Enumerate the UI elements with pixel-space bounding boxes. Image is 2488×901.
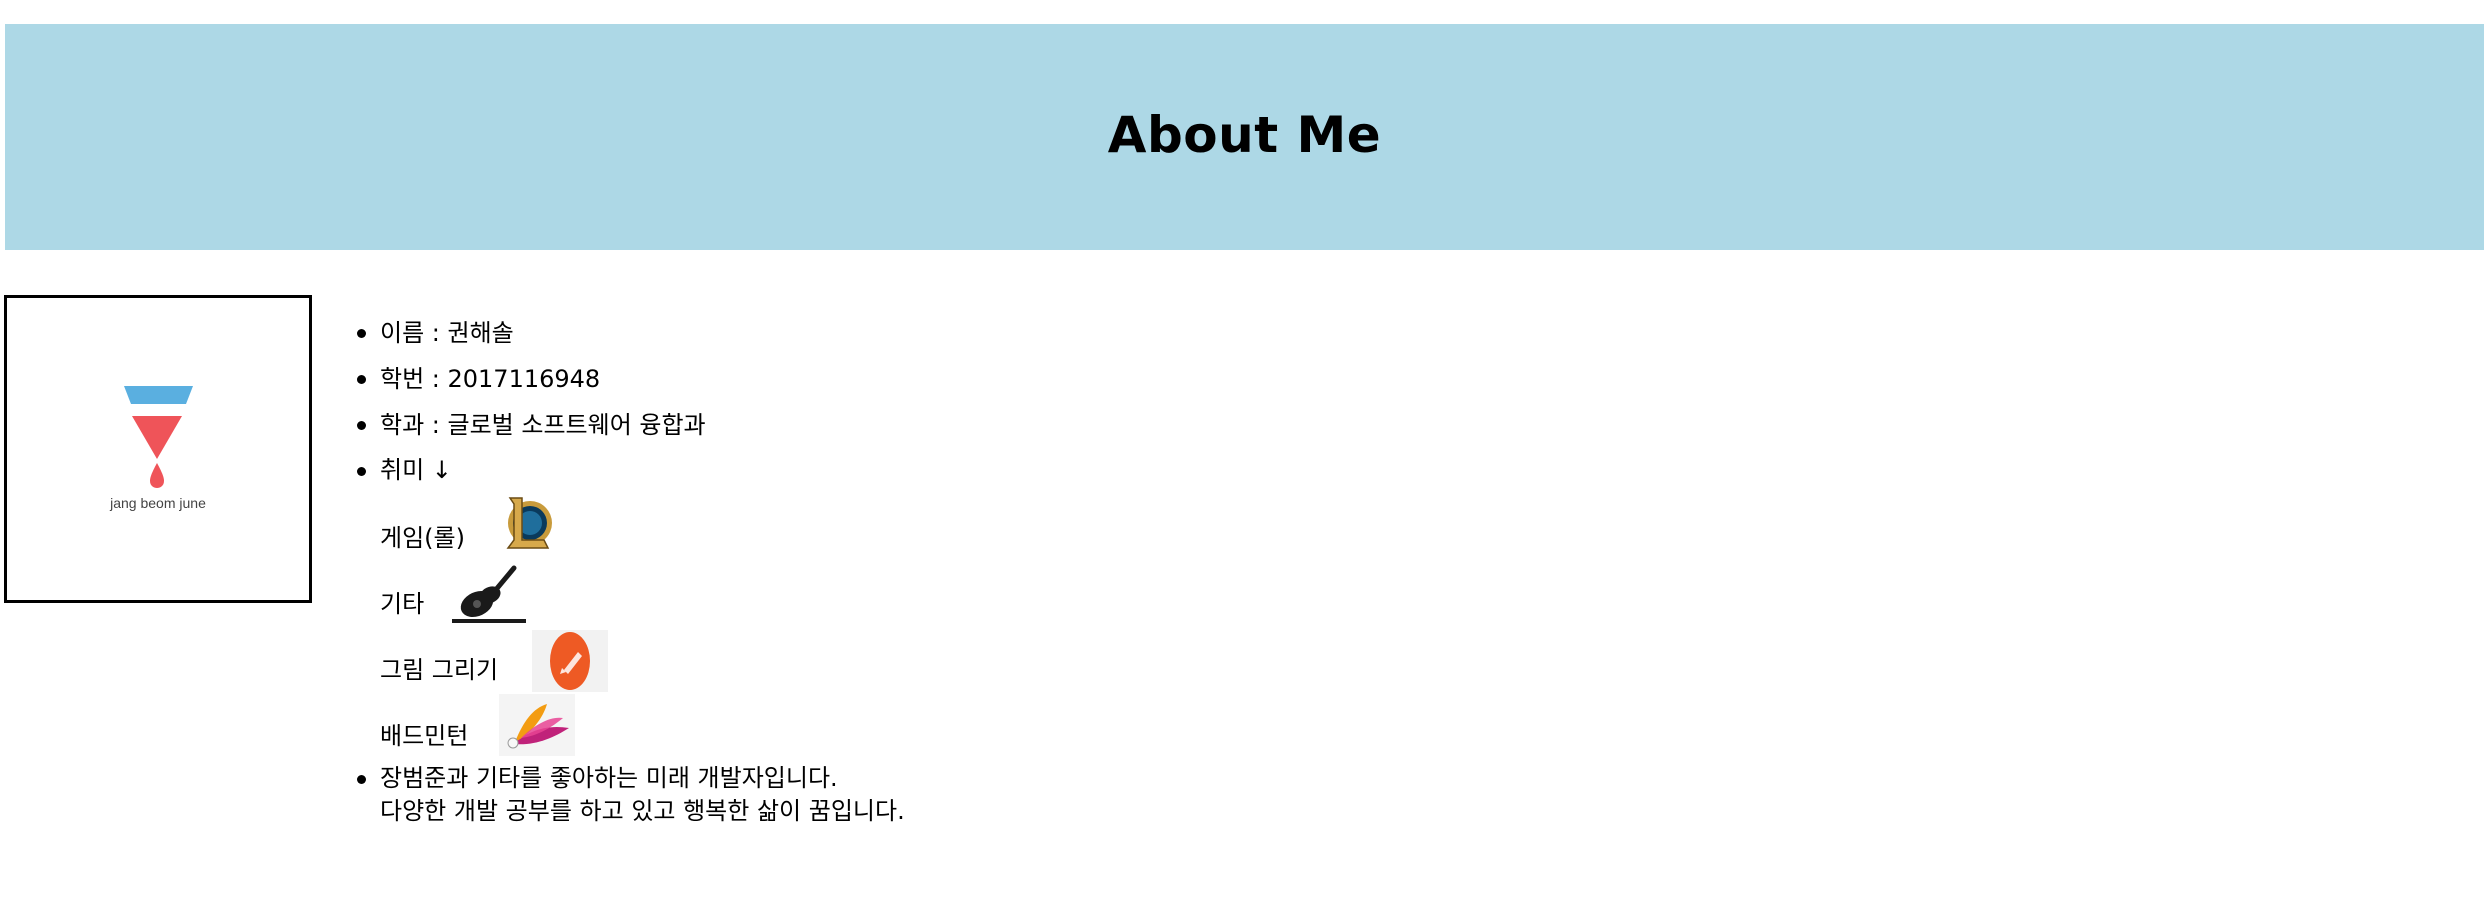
hobby-label: 기타 xyxy=(380,590,425,618)
hobby-title: 취미 ↓ xyxy=(380,456,452,484)
hobby-item-guitar: 기타 xyxy=(380,560,905,626)
info-section: 이름 : 권해솔 학번 : 2017116948 학과 : 글로벌 소프트웨어 … xyxy=(357,316,905,828)
list-item-hobbies: 취미 ↓ xyxy=(357,454,905,494)
description-line-1: 장범준과 기타를 좋아하는 미래 개발자입니다. xyxy=(380,764,838,792)
guitar-icon xyxy=(452,565,526,623)
badminton-icon xyxy=(499,694,575,756)
hobby-label: 배드민턴 xyxy=(380,722,469,750)
description-line-2: 다양한 개발 공부를 하고 있고 행복한 삶이 꿈입니다. xyxy=(380,797,905,825)
drawing-icon xyxy=(532,630,608,692)
page-title: About Me xyxy=(1107,106,1382,164)
department-text: 학과 : 글로벌 소프트웨어 융합과 xyxy=(380,411,706,439)
list-item-student-id: 학번 : 2017116948 xyxy=(357,362,905,408)
logo-caption: jang beom june xyxy=(109,495,206,511)
list-item-description: 장범준과 기타를 좋아하는 미래 개발자입니다. 다양한 개발 공부를 하고 있… xyxy=(357,762,905,828)
hobby-item-badminton: 배드민턴 xyxy=(380,692,905,758)
name-text: 이름 : 권해솔 xyxy=(380,319,514,347)
list-item-department: 학과 : 글로벌 소프트웨어 융합과 xyxy=(357,408,905,454)
hobby-label: 그림 그리기 xyxy=(380,656,499,684)
league-of-legends-icon xyxy=(506,497,552,549)
jang-beom-june-logo: jang beom june xyxy=(109,386,206,511)
student-id-text: 학번 : 2017116948 xyxy=(380,365,601,393)
info-list: 이름 : 권해솔 학번 : 2017116948 학과 : 글로벌 소프트웨어 … xyxy=(357,316,905,828)
hobby-item-game: 게임(롤) xyxy=(380,494,905,560)
hobby-item-drawing: 그림 그리기 xyxy=(380,626,905,692)
profile-image: jang beom june xyxy=(4,295,312,603)
hobby-label: 게임(롤) xyxy=(380,524,465,552)
page-header: About Me xyxy=(5,24,2484,250)
list-item-name: 이름 : 권해솔 xyxy=(357,316,905,362)
